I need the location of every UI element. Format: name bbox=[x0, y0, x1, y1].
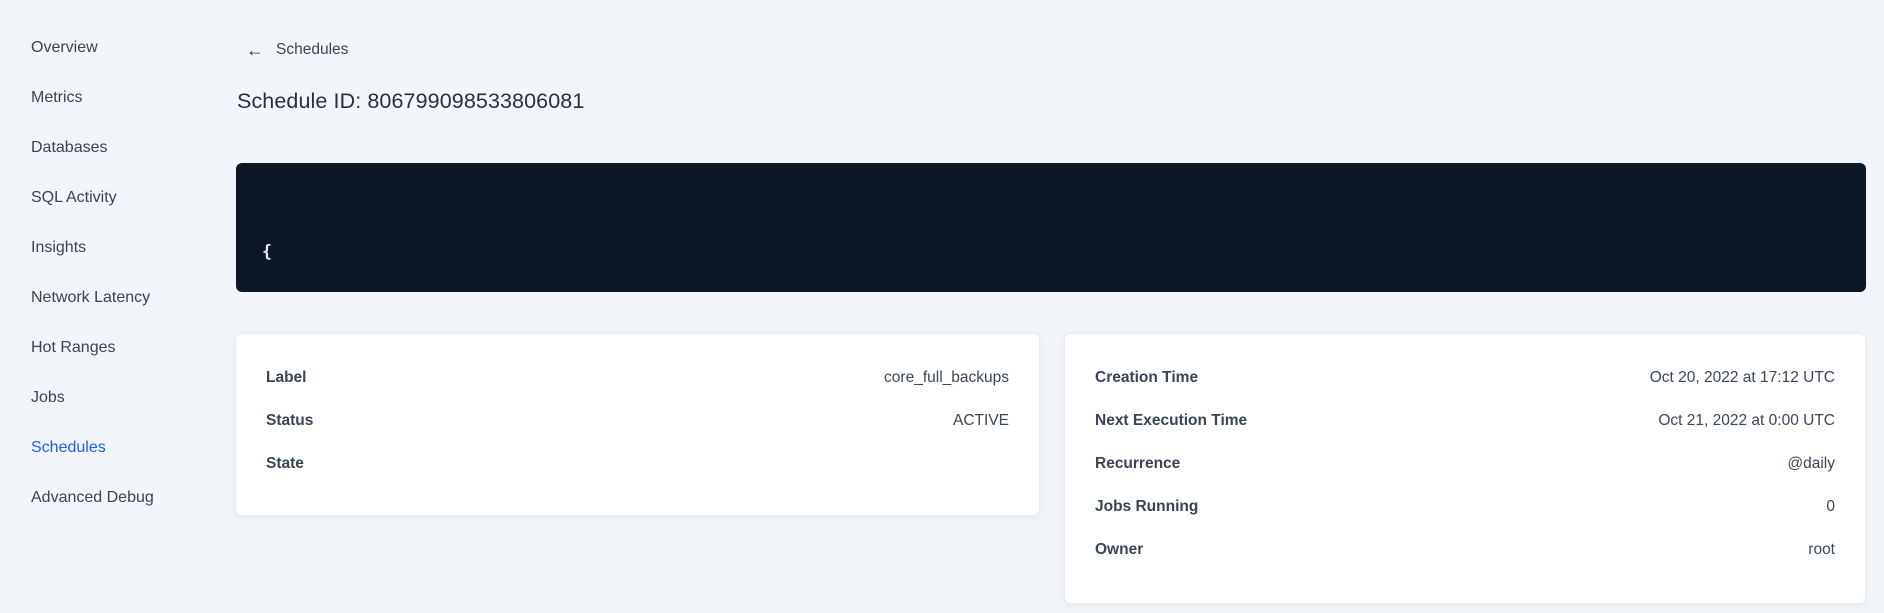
sidebar-item-schedules[interactable]: Schedules bbox=[0, 423, 205, 473]
sidebar-item-jobs[interactable]: Jobs bbox=[0, 373, 205, 423]
row-value: Oct 20, 2022 at 17:12 UTC bbox=[1649, 368, 1835, 386]
back-to-schedules-link[interactable]: ← Schedules bbox=[246, 41, 348, 59]
sidebar-item-databases[interactable]: Databases bbox=[0, 123, 205, 173]
schedule-details-card: Label core_full_backups Status ACTIVE St… bbox=[235, 333, 1040, 516]
sidebar-nav: Overview Metrics Databases SQL Activity … bbox=[0, 23, 205, 523]
sidebar-item-hot-ranges[interactable]: Hot Ranges bbox=[0, 323, 205, 373]
row-label: Label bbox=[266, 368, 307, 386]
detail-row-status: Status ACTIVE bbox=[266, 399, 1009, 442]
row-value: Oct 21, 2022 at 0:00 UTC bbox=[1658, 411, 1835, 429]
sidebar-item-advanced-debug[interactable]: Advanced Debug bbox=[0, 473, 205, 523]
detail-row-next-execution-time: Next Execution Time Oct 21, 2022 at 0:00… bbox=[1095, 399, 1835, 442]
detail-row-owner: Owner root bbox=[1095, 528, 1835, 571]
detail-row-state: State bbox=[266, 442, 1009, 485]
row-value: root bbox=[1808, 540, 1835, 558]
row-label: Owner bbox=[1095, 540, 1144, 558]
sidebar-item-sql-activity[interactable]: SQL Activity bbox=[0, 173, 205, 223]
row-label: State bbox=[266, 454, 304, 472]
row-label: Jobs Running bbox=[1095, 497, 1199, 515]
page-title: Schedule ID: 806799098533806081 bbox=[237, 89, 585, 113]
row-label: Creation Time bbox=[1095, 368, 1199, 386]
sidebar-item-overview[interactable]: Overview bbox=[0, 23, 205, 73]
schedule-timing-card: Creation Time Oct 20, 2022 at 17:12 UTC … bbox=[1064, 333, 1866, 604]
row-value: ACTIVE bbox=[953, 411, 1009, 429]
detail-row-recurrence: Recurrence @daily bbox=[1095, 442, 1835, 485]
row-label: Status bbox=[266, 411, 314, 429]
arrow-left-icon: ← bbox=[246, 40, 264, 60]
row-label: Next Execution Time bbox=[1095, 411, 1248, 429]
sidebar-item-metrics[interactable]: Metrics bbox=[0, 73, 205, 123]
back-link-label: Schedules bbox=[276, 41, 349, 58]
detail-row-creation-time: Creation Time Oct 20, 2022 at 17:12 UTC bbox=[1095, 356, 1835, 399]
detail-row-label: Label core_full_backups bbox=[266, 356, 1009, 399]
sidebar-item-network-latency[interactable]: Network Latency bbox=[0, 273, 205, 323]
row-label: Recurrence bbox=[1095, 454, 1181, 472]
row-value: core_full_backups bbox=[884, 368, 1009, 386]
code-line: { bbox=[262, 242, 272, 261]
sidebar-item-insights[interactable]: Insights bbox=[0, 223, 205, 273]
detail-row-jobs-running: Jobs Running 0 bbox=[1095, 485, 1835, 528]
row-value: @daily bbox=[1787, 454, 1835, 472]
row-value: 0 bbox=[1826, 497, 1835, 515]
detail-cards-row: Label core_full_backups Status ACTIVE St… bbox=[235, 333, 1866, 604]
schedule-backup-statement-code-block: { "backup_statement": "BACKUP INTO 's3:/… bbox=[236, 163, 1866, 292]
